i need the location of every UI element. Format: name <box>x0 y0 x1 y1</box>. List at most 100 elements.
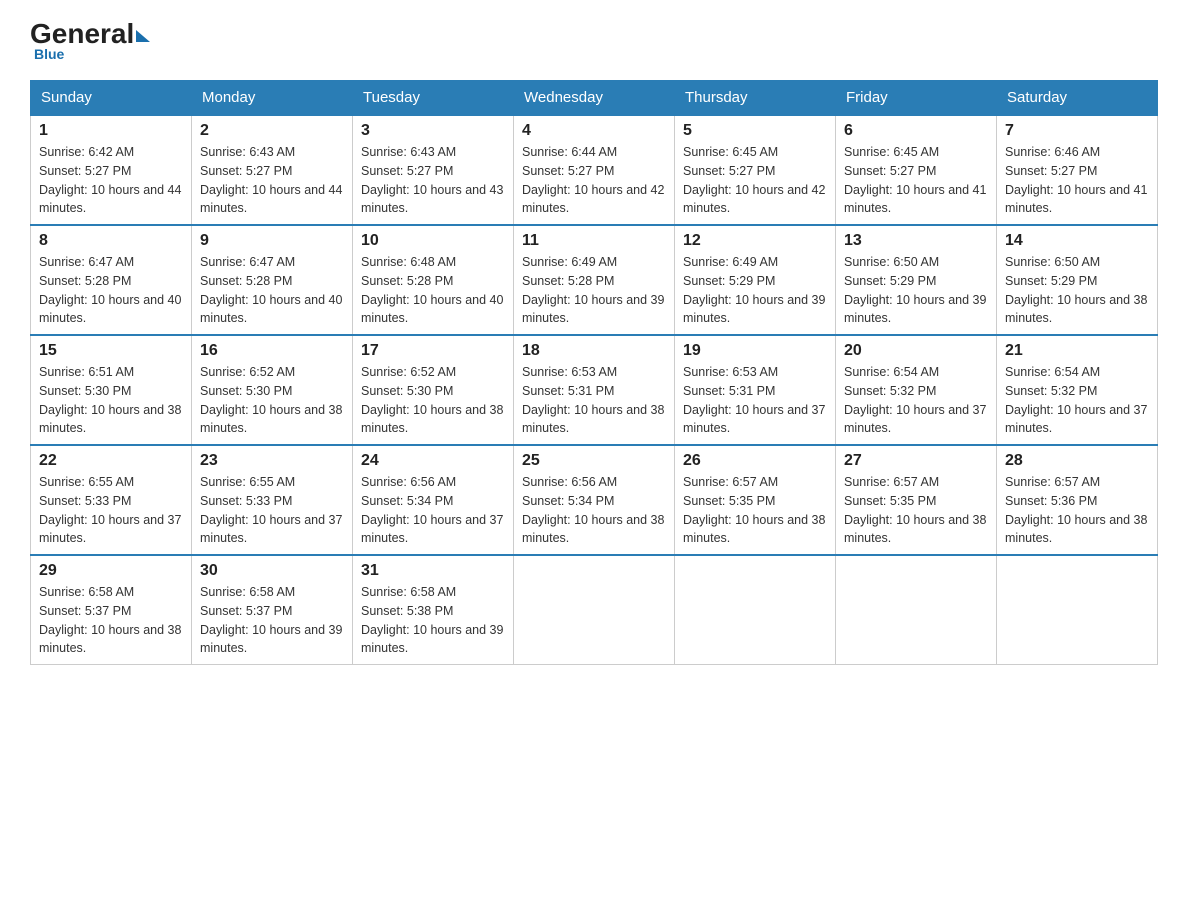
day-info: Sunrise: 6:46 AM Sunset: 5:27 PM Dayligh… <box>1005 143 1149 218</box>
day-info: Sunrise: 6:43 AM Sunset: 5:27 PM Dayligh… <box>361 143 505 218</box>
day-number: 12 <box>683 232 827 250</box>
day-5: 5 Sunrise: 6:45 AM Sunset: 5:27 PM Dayli… <box>675 115 836 225</box>
header-sunday: Sunday <box>31 81 192 116</box>
day-info: Sunrise: 6:57 AM Sunset: 5:36 PM Dayligh… <box>1005 473 1149 548</box>
day-info: Sunrise: 6:45 AM Sunset: 5:27 PM Dayligh… <box>844 143 988 218</box>
day-10: 10 Sunrise: 6:48 AM Sunset: 5:28 PM Dayl… <box>353 225 514 335</box>
day-number: 16 <box>200 342 344 360</box>
day-number: 31 <box>361 562 505 580</box>
day-info: Sunrise: 6:47 AM Sunset: 5:28 PM Dayligh… <box>200 253 344 328</box>
logo-arrow-icon <box>136 30 150 42</box>
day-info: Sunrise: 6:50 AM Sunset: 5:29 PM Dayligh… <box>844 253 988 328</box>
day-info: Sunrise: 6:57 AM Sunset: 5:35 PM Dayligh… <box>844 473 988 548</box>
day-number: 26 <box>683 452 827 470</box>
week-row-5: 29 Sunrise: 6:58 AM Sunset: 5:37 PM Dayl… <box>31 555 1158 665</box>
day-info: Sunrise: 6:52 AM Sunset: 5:30 PM Dayligh… <box>200 363 344 438</box>
day-number: 29 <box>39 562 183 580</box>
day-15: 15 Sunrise: 6:51 AM Sunset: 5:30 PM Dayl… <box>31 335 192 445</box>
day-info: Sunrise: 6:58 AM Sunset: 5:37 PM Dayligh… <box>200 583 344 658</box>
day-19: 19 Sunrise: 6:53 AM Sunset: 5:31 PM Dayl… <box>675 335 836 445</box>
day-31: 31 Sunrise: 6:58 AM Sunset: 5:38 PM Dayl… <box>353 555 514 665</box>
day-info: Sunrise: 6:55 AM Sunset: 5:33 PM Dayligh… <box>39 473 183 548</box>
day-17: 17 Sunrise: 6:52 AM Sunset: 5:30 PM Dayl… <box>353 335 514 445</box>
logo-general-text: General <box>30 20 134 48</box>
day-info: Sunrise: 6:57 AM Sunset: 5:35 PM Dayligh… <box>683 473 827 548</box>
calendar-table: SundayMondayTuesdayWednesdayThursdayFrid… <box>30 80 1158 665</box>
day-info: Sunrise: 6:42 AM Sunset: 5:27 PM Dayligh… <box>39 143 183 218</box>
day-12: 12 Sunrise: 6:49 AM Sunset: 5:29 PM Dayl… <box>675 225 836 335</box>
day-number: 25 <box>522 452 666 470</box>
day-number: 9 <box>200 232 344 250</box>
day-info: Sunrise: 6:55 AM Sunset: 5:33 PM Dayligh… <box>200 473 344 548</box>
empty-cell <box>675 555 836 665</box>
header-thursday: Thursday <box>675 81 836 116</box>
day-info: Sunrise: 6:58 AM Sunset: 5:38 PM Dayligh… <box>361 583 505 658</box>
day-25: 25 Sunrise: 6:56 AM Sunset: 5:34 PM Dayl… <box>514 445 675 555</box>
day-number: 23 <box>200 452 344 470</box>
day-info: Sunrise: 6:51 AM Sunset: 5:30 PM Dayligh… <box>39 363 183 438</box>
day-info: Sunrise: 6:56 AM Sunset: 5:34 PM Dayligh… <box>361 473 505 548</box>
day-number: 28 <box>1005 452 1149 470</box>
day-number: 7 <box>1005 122 1149 140</box>
day-info: Sunrise: 6:49 AM Sunset: 5:28 PM Dayligh… <box>522 253 666 328</box>
day-18: 18 Sunrise: 6:53 AM Sunset: 5:31 PM Dayl… <box>514 335 675 445</box>
day-number: 20 <box>844 342 988 360</box>
day-info: Sunrise: 6:53 AM Sunset: 5:31 PM Dayligh… <box>683 363 827 438</box>
day-number: 27 <box>844 452 988 470</box>
day-20: 20 Sunrise: 6:54 AM Sunset: 5:32 PM Dayl… <box>836 335 997 445</box>
empty-cell <box>514 555 675 665</box>
day-info: Sunrise: 6:44 AM Sunset: 5:27 PM Dayligh… <box>522 143 666 218</box>
empty-cell <box>836 555 997 665</box>
day-16: 16 Sunrise: 6:52 AM Sunset: 5:30 PM Dayl… <box>192 335 353 445</box>
logo-blue-text: Blue <box>34 46 64 62</box>
day-14: 14 Sunrise: 6:50 AM Sunset: 5:29 PM Dayl… <box>997 225 1158 335</box>
day-info: Sunrise: 6:53 AM Sunset: 5:31 PM Dayligh… <box>522 363 666 438</box>
day-number: 8 <box>39 232 183 250</box>
day-info: Sunrise: 6:45 AM Sunset: 5:27 PM Dayligh… <box>683 143 827 218</box>
week-row-3: 15 Sunrise: 6:51 AM Sunset: 5:30 PM Dayl… <box>31 335 1158 445</box>
day-number: 6 <box>844 122 988 140</box>
day-info: Sunrise: 6:43 AM Sunset: 5:27 PM Dayligh… <box>200 143 344 218</box>
day-number: 11 <box>522 232 666 250</box>
day-2: 2 Sunrise: 6:43 AM Sunset: 5:27 PM Dayli… <box>192 115 353 225</box>
week-row-1: 1 Sunrise: 6:42 AM Sunset: 5:27 PM Dayli… <box>31 115 1158 225</box>
day-28: 28 Sunrise: 6:57 AM Sunset: 5:36 PM Dayl… <box>997 445 1158 555</box>
day-23: 23 Sunrise: 6:55 AM Sunset: 5:33 PM Dayl… <box>192 445 353 555</box>
day-info: Sunrise: 6:50 AM Sunset: 5:29 PM Dayligh… <box>1005 253 1149 328</box>
day-number: 17 <box>361 342 505 360</box>
empty-cell <box>997 555 1158 665</box>
day-number: 30 <box>200 562 344 580</box>
day-number: 4 <box>522 122 666 140</box>
day-29: 29 Sunrise: 6:58 AM Sunset: 5:37 PM Dayl… <box>31 555 192 665</box>
day-info: Sunrise: 6:58 AM Sunset: 5:37 PM Dayligh… <box>39 583 183 658</box>
day-number: 2 <box>200 122 344 140</box>
day-8: 8 Sunrise: 6:47 AM Sunset: 5:28 PM Dayli… <box>31 225 192 335</box>
day-number: 19 <box>683 342 827 360</box>
day-22: 22 Sunrise: 6:55 AM Sunset: 5:33 PM Dayl… <box>31 445 192 555</box>
header-monday: Monday <box>192 81 353 116</box>
day-number: 10 <box>361 232 505 250</box>
day-info: Sunrise: 6:49 AM Sunset: 5:29 PM Dayligh… <box>683 253 827 328</box>
calendar-header-row: SundayMondayTuesdayWednesdayThursdayFrid… <box>31 81 1158 116</box>
week-row-2: 8 Sunrise: 6:47 AM Sunset: 5:28 PM Dayli… <box>31 225 1158 335</box>
day-6: 6 Sunrise: 6:45 AM Sunset: 5:27 PM Dayli… <box>836 115 997 225</box>
day-9: 9 Sunrise: 6:47 AM Sunset: 5:28 PM Dayli… <box>192 225 353 335</box>
page-header: General Blue <box>30 20 1158 62</box>
day-number: 5 <box>683 122 827 140</box>
day-1: 1 Sunrise: 6:42 AM Sunset: 5:27 PM Dayli… <box>31 115 192 225</box>
logo: General Blue <box>30 20 152 62</box>
day-27: 27 Sunrise: 6:57 AM Sunset: 5:35 PM Dayl… <box>836 445 997 555</box>
day-24: 24 Sunrise: 6:56 AM Sunset: 5:34 PM Dayl… <box>353 445 514 555</box>
day-11: 11 Sunrise: 6:49 AM Sunset: 5:28 PM Dayl… <box>514 225 675 335</box>
day-number: 1 <box>39 122 183 140</box>
day-number: 21 <box>1005 342 1149 360</box>
day-number: 3 <box>361 122 505 140</box>
day-number: 15 <box>39 342 183 360</box>
day-info: Sunrise: 6:54 AM Sunset: 5:32 PM Dayligh… <box>1005 363 1149 438</box>
day-4: 4 Sunrise: 6:44 AM Sunset: 5:27 PM Dayli… <box>514 115 675 225</box>
day-number: 13 <box>844 232 988 250</box>
day-number: 24 <box>361 452 505 470</box>
day-26: 26 Sunrise: 6:57 AM Sunset: 5:35 PM Dayl… <box>675 445 836 555</box>
day-info: Sunrise: 6:52 AM Sunset: 5:30 PM Dayligh… <box>361 363 505 438</box>
day-number: 18 <box>522 342 666 360</box>
